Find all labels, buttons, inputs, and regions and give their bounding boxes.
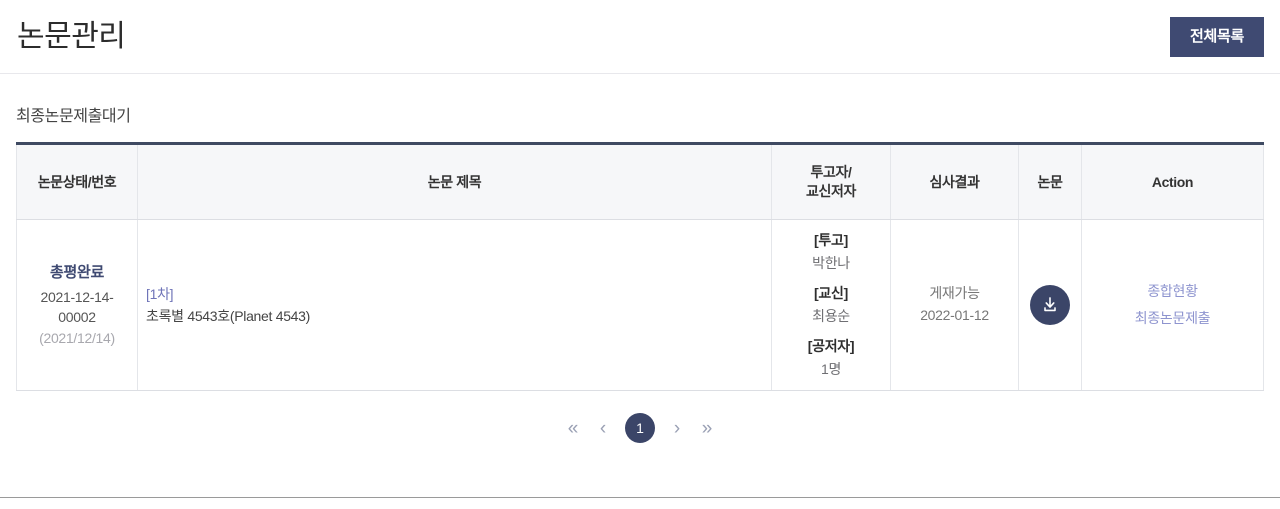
column-header-author: 투고자/ 교신저자 (771, 143, 891, 220)
title-round-link[interactable]: [1차] (146, 283, 763, 305)
pagination-last-button[interactable]: » (699, 419, 715, 438)
pagination-first-button[interactable]: « (565, 419, 581, 438)
column-header-title: 논문 제목 (137, 143, 772, 220)
status-number: 2021-12-14-00002 (40, 288, 114, 326)
table-header-row: 논문상태/번호 논문 제목 투고자/ 교신저자 심사결과 논문 Action (16, 143, 1264, 220)
pagination-page-1[interactable]: 1 (625, 413, 655, 443)
status-date: (2021/12/14) (39, 329, 115, 346)
author-role-coauthors: [공저자] (807, 338, 855, 354)
cell-author: [투고] 박한나 [교신] 최용순 [공저자] 1명 (771, 219, 891, 391)
page-title: 논문관리 (17, 19, 126, 53)
column-header-result: 심사결과 (890, 143, 1019, 220)
author-name-submitter: 박한나 (812, 255, 850, 271)
thesis-table: 논문상태/번호 논문 제목 투고자/ 교신저자 심사결과 논문 Action 총… (16, 142, 1264, 391)
title-text: 초록별 4543호(Planet 4543) (146, 308, 311, 324)
thesis-table-container: 논문상태/번호 논문 제목 투고자/ 교신저자 심사결과 논문 Action 총… (0, 125, 1280, 443)
author-role-corresponding: [교신] (814, 285, 848, 301)
cell-status: 총평완료 2021-12-14-00002 (2021/12/14) (16, 219, 138, 391)
action-link-overview[interactable]: 종합현황 (1090, 278, 1255, 305)
pagination-next-button[interactable]: › (669, 419, 685, 438)
download-button[interactable] (1030, 285, 1070, 325)
column-header-status: 논문상태/번호 (16, 143, 138, 220)
cell-action: 종합현황 최종논문제출 (1081, 219, 1264, 391)
table-header: 논문상태/번호 논문 제목 투고자/ 교신저자 심사결과 논문 Action (16, 143, 1264, 220)
cell-result: 게재가능 2022-01-12 (890, 219, 1019, 391)
cell-paper (1018, 219, 1082, 391)
author-name-corresponding: 최용순 (812, 308, 850, 324)
table-body: 총평완료 2021-12-14-00002 (2021/12/14) [1차] … (16, 219, 1264, 391)
author-count-coauthors: 1명 (820, 361, 842, 377)
pagination: « ‹ 1 › » (16, 391, 1264, 443)
author-block-corresponding: [교신] 최용순 (780, 283, 882, 327)
action-link-final-submit[interactable]: 최종논문제출 (1090, 305, 1255, 332)
cell-title: [1차] 초록별 4543호(Planet 4543) (137, 219, 772, 391)
author-role-submitter: [투고] (814, 232, 848, 248)
section-label: 최종논문제출대기 (16, 108, 131, 125)
table-row: 총평완료 2021-12-14-00002 (2021/12/14) [1차] … (16, 219, 1264, 391)
column-header-author-line1: 투고자/ (810, 164, 852, 181)
page-header: 논문관리 전체목록 (0, 0, 1280, 74)
column-header-author-line2: 교신저자 (806, 183, 856, 199)
column-header-paper: 논문 (1018, 143, 1082, 220)
author-block-submitter: [투고] 박한나 (780, 230, 882, 274)
bottom-divider (0, 497, 1280, 498)
download-icon (1040, 295, 1060, 315)
author-block-coauthors: [공저자] 1명 (780, 336, 882, 380)
pagination-prev-button[interactable]: ‹ (595, 419, 611, 438)
full-list-button[interactable]: 전체목록 (1169, 16, 1264, 57)
status-badge: 총평완료 (49, 264, 104, 282)
column-header-action: Action (1081, 143, 1264, 220)
result-date: 2022-01-12 (920, 307, 989, 323)
result-text: 게재가능 (929, 285, 980, 302)
